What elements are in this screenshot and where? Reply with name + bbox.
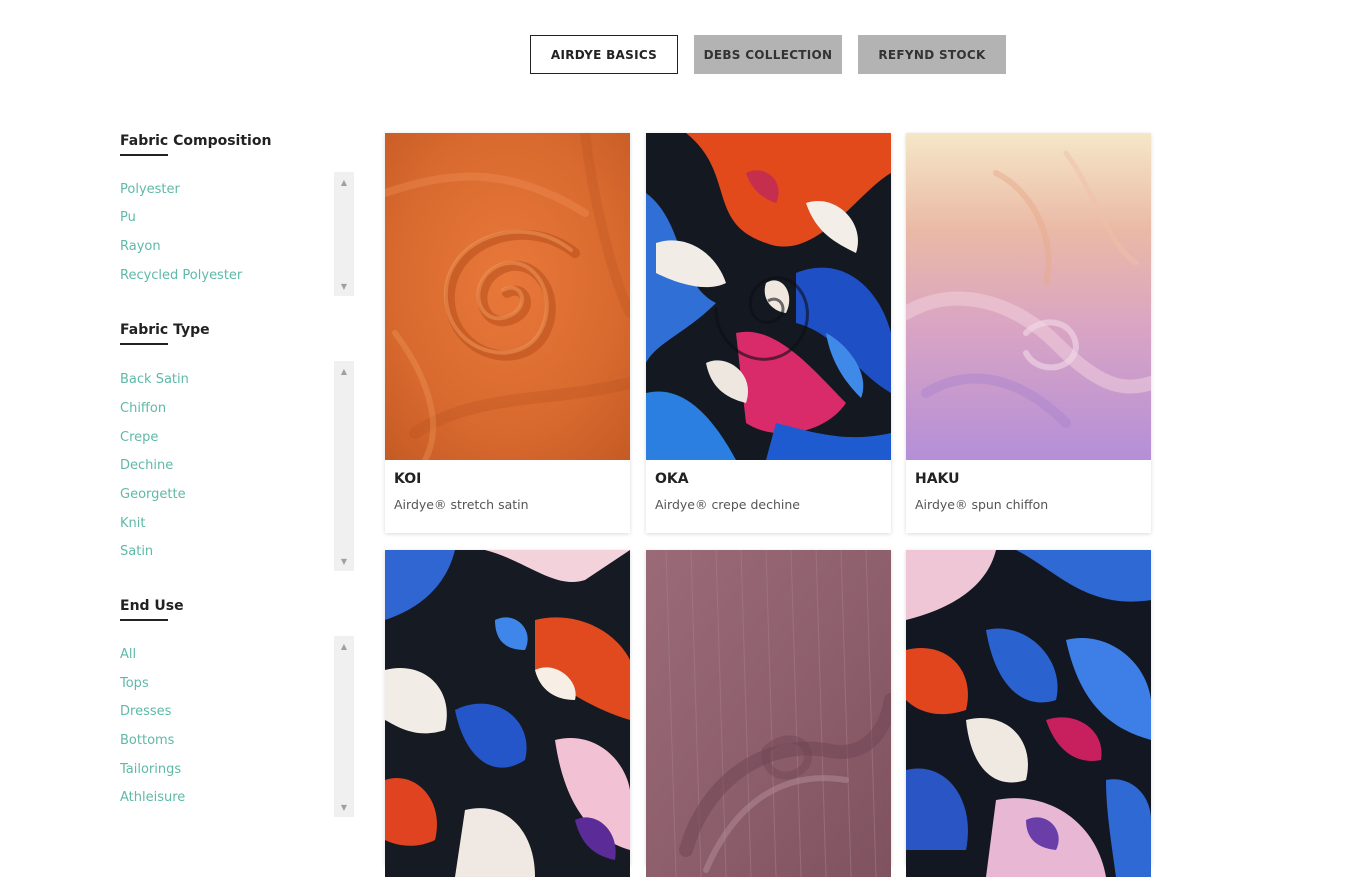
product-card-oka[interactable]: OKA Airdye® crepe dechine (646, 133, 891, 533)
filter-group-end-use: End Use (120, 597, 355, 621)
scroll-up-arrow-icon[interactable]: ▲ (334, 174, 354, 190)
filter-item-tailorings[interactable]: Tailorings (120, 762, 181, 777)
product-name: OKA (655, 471, 689, 487)
product-description: Airdye® crepe dechine (655, 497, 800, 512)
filter-title-end-use: End Use (120, 598, 184, 614)
filter-title-underline (120, 619, 168, 621)
product-name: KOI (394, 471, 422, 487)
product-card-5[interactable] (646, 550, 891, 877)
filter-item-tops[interactable]: Tops (120, 676, 149, 691)
product-image-4[interactable] (385, 550, 630, 877)
product-description: Airdye® spun chiffon (915, 497, 1049, 512)
scroll-down-arrow-icon[interactable]: ▼ (334, 799, 354, 815)
product-card-4[interactable] (385, 550, 630, 877)
product-image-6[interactable] (906, 550, 1151, 877)
product-image-oka[interactable] (646, 133, 891, 460)
product-name: HAKU (915, 471, 960, 487)
filter-list-type[interactable]: Back Satin Chiffon Crepe Dechine Georget… (120, 361, 355, 571)
scrollbar-type[interactable]: ▲ ▼ (334, 361, 354, 571)
filter-group-composition: Fabric Composition (120, 132, 355, 156)
tab-airdye-basics[interactable]: AIRDYE BASICS (530, 35, 678, 74)
filter-item-all[interactable]: All (120, 647, 136, 662)
filter-item-recycled-polyester[interactable]: Recycled Polyester (120, 268, 242, 283)
product-card-6[interactable] (906, 550, 1151, 877)
filter-title-composition: Fabric Composition (120, 133, 272, 149)
filter-item-pu[interactable]: Pu (120, 210, 136, 225)
filter-item-bottoms[interactable]: Bottoms (120, 733, 174, 748)
filter-item-knit[interactable]: Knit (120, 516, 145, 531)
product-card-haku[interactable]: HAKU Airdye® spun chiffon (906, 133, 1151, 533)
tab-debs-collection[interactable]: DEBS COLLECTION (694, 35, 842, 74)
filter-title-underline (120, 154, 168, 156)
filter-title-underline (120, 343, 168, 345)
filter-item-polyester[interactable]: Polyester (120, 182, 180, 197)
product-image-koi[interactable] (385, 133, 630, 460)
scroll-down-arrow-icon[interactable]: ▼ (334, 553, 354, 569)
scroll-down-arrow-icon[interactable]: ▼ (334, 278, 354, 294)
product-card-koi[interactable]: KOI Airdye® stretch satin (385, 133, 630, 533)
filter-item-chiffon[interactable]: Chiffon (120, 401, 166, 416)
filter-item-dresses[interactable]: Dresses (120, 704, 171, 719)
scroll-up-arrow-icon[interactable]: ▲ (334, 638, 354, 654)
filter-item-satin[interactable]: Satin (120, 544, 153, 559)
scroll-up-arrow-icon[interactable]: ▲ (334, 363, 354, 379)
filter-item-athleisure[interactable]: Athleisure (120, 790, 185, 805)
filter-item-dechine[interactable]: Dechine (120, 458, 173, 473)
filter-group-type: Fabric Type (120, 321, 355, 345)
filter-item-back-satin[interactable]: Back Satin (120, 372, 189, 387)
filter-title-type: Fabric Type (120, 322, 210, 338)
scrollbar-end-use[interactable]: ▲ ▼ (334, 636, 354, 817)
filter-item-rayon[interactable]: Rayon (120, 239, 161, 254)
collection-tabs: AIRDYE BASICS DEBS COLLECTION REFYND STO… (530, 35, 1006, 74)
product-description: Airdye® stretch satin (394, 497, 529, 512)
filter-list-composition[interactable]: Polyester Pu Rayon Recycled Polyester ▲ … (120, 172, 355, 296)
product-image-5[interactable] (646, 550, 891, 877)
filter-list-end-use[interactable]: All Tops Dresses Bottoms Tailorings Athl… (120, 636, 355, 817)
product-image-haku[interactable] (906, 133, 1151, 460)
filter-item-georgette[interactable]: Georgette (120, 487, 186, 502)
tab-refynd-stock[interactable]: REFYND STOCK (858, 35, 1006, 74)
scrollbar-composition[interactable]: ▲ ▼ (334, 172, 354, 296)
filter-item-crepe[interactable]: Crepe (120, 430, 158, 445)
